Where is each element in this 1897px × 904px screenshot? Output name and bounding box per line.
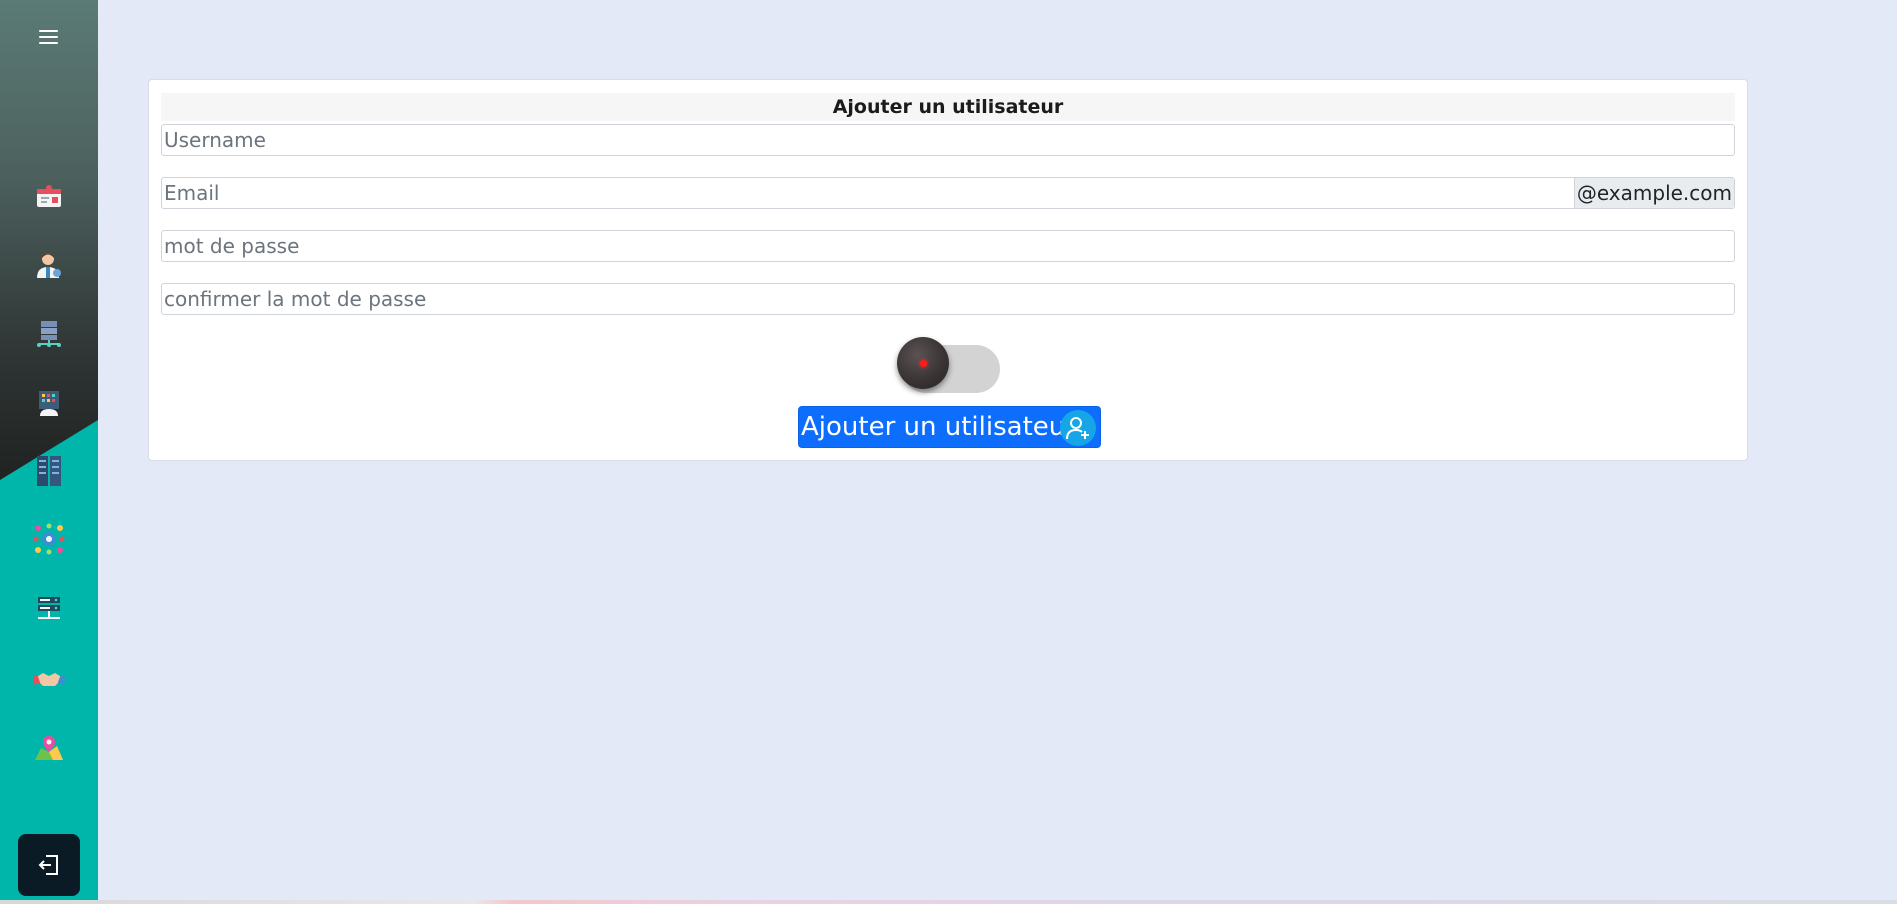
doctor-icon: [37, 253, 61, 278]
medical-record-icon: [37, 185, 61, 207]
password-field[interactable]: [161, 230, 1735, 262]
sidebar-item-server-rack[interactable]: [30, 452, 68, 490]
menu-toggle-icon[interactable]: [39, 30, 58, 44]
server-list-icon: [38, 597, 60, 619]
confirm-password-field[interactable]: [161, 283, 1735, 315]
card-title: Ajouter un utilisateur: [161, 93, 1735, 121]
toggle-indicator-dot: [920, 360, 927, 367]
username-field[interactable]: [161, 124, 1735, 156]
toggle-knob: [897, 337, 949, 389]
sidebar-item-building[interactable]: [30, 384, 68, 422]
bottom-taskbar-strip: [0, 900, 1897, 904]
email-field[interactable]: @example.com: [161, 177, 1735, 209]
sidebar-item-medical-record[interactable]: [30, 178, 68, 216]
logout-button[interactable]: [18, 834, 80, 896]
add-user-icon: [1060, 410, 1096, 446]
sidebar-item-handshake[interactable]: [30, 660, 68, 698]
password-input[interactable]: [162, 231, 1734, 261]
handshake-icon: [33, 673, 65, 686]
network-icon: [33, 523, 65, 555]
map-location-icon: [35, 736, 63, 760]
server-network-icon: [37, 321, 61, 347]
building-icon: [39, 391, 59, 416]
role-toggle-switch[interactable]: [897, 337, 1001, 393]
logout-icon: [38, 855, 58, 875]
confirm-password-input[interactable]: [162, 284, 1734, 314]
sidebar-item-map[interactable]: [30, 730, 68, 768]
username-input[interactable]: [162, 125, 1734, 155]
email-domain-suffix: @example.com: [1573, 178, 1734, 208]
add-user-card: Ajouter un utilisateur @example.com Ajou…: [148, 79, 1748, 461]
sidebar: [0, 0, 98, 900]
add-user-button[interactable]: Ajouter un utilisateur: [798, 406, 1101, 448]
sidebar-item-server-list[interactable]: [30, 590, 68, 628]
server-rack-icon: [37, 456, 61, 486]
sidebar-item-doctor[interactable]: [30, 246, 68, 284]
add-user-button-label: Ajouter un utilisateur: [801, 412, 1076, 442]
sidebar-item-server-network[interactable]: [30, 314, 68, 352]
email-input[interactable]: [162, 178, 1574, 208]
sidebar-item-network[interactable]: [30, 520, 68, 558]
